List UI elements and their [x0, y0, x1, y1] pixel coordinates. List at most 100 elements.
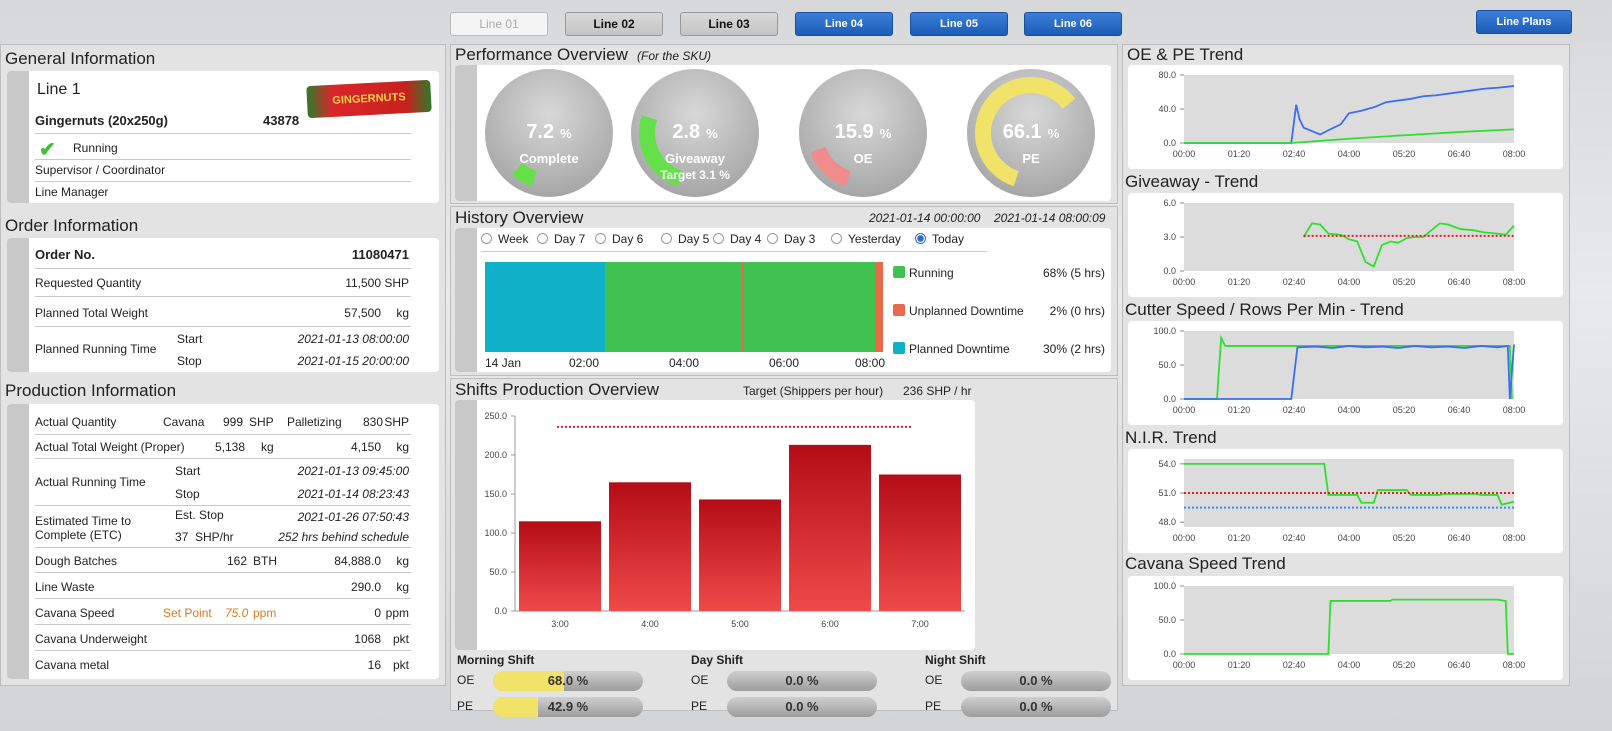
shifts-title: Shifts Production Overview: [455, 380, 660, 399]
period-yesterday[interactable]: Yesterday: [831, 232, 901, 246]
x-tick-label: 01:20: [1228, 149, 1251, 159]
period-day-3[interactable]: Day 3: [767, 232, 815, 246]
period-day-7[interactable]: Day 7: [537, 232, 585, 246]
shift-bar-label-oe: OE: [457, 673, 475, 687]
actual-qty-cavana-value: 999: [223, 415, 244, 429]
line-plans-button[interactable]: Line Plans: [1476, 10, 1572, 34]
line-03-button[interactable]: Line 03: [680, 12, 778, 36]
actual-qty-label: Actual Quantity: [35, 415, 117, 429]
plot-area: [1184, 331, 1514, 399]
general-title: General Information: [5, 49, 156, 68]
x-tick-label: 05:20: [1393, 533, 1416, 543]
y-tick-label: 0.0: [1163, 394, 1176, 404]
trend-cavana: 0.0 50.0 100.0 00:00 01:20 02:40 04:00 05:20 06:…: [1128, 576, 1563, 680]
dough-kg: 84,888.0: [334, 554, 381, 568]
order-card: Order No. 11080471 Requested Quantity 11…: [7, 238, 439, 372]
x-tick-label: 5:00: [731, 619, 749, 629]
actual-running-label: Actual Running Time: [35, 475, 146, 489]
shift-bar-pe: 0.0 %: [961, 697, 1111, 717]
line-name: Line 1: [37, 81, 81, 98]
x-tick-label: 05:20: [1393, 149, 1416, 159]
gauge-unit: %: [560, 126, 572, 141]
performance-panel: Performance Overview (For the SKU) 7.2% C…: [450, 44, 1118, 204]
shift-bar-value: 0.0 %: [1019, 673, 1053, 688]
shift-bar-label-pe: PE: [457, 699, 474, 713]
actual-qty-unit2: SHP: [384, 415, 409, 429]
trend-title-cavana: Cavana Speed Trend: [1125, 554, 1286, 573]
actual-start-value: 2021-01-13 09:45:00: [297, 464, 409, 478]
x-tick-label: 00:00: [1173, 533, 1196, 543]
shift-bar-oe: 68.0 %: [493, 671, 643, 691]
period-day-5[interactable]: Day 5: [661, 232, 709, 246]
y-tick-label: 50.0: [1158, 360, 1176, 370]
planned-weight-label: Planned Total Weight: [35, 306, 148, 320]
gauge-label: OE: [853, 151, 873, 166]
requested-qty-value: 11,500: [345, 276, 381, 290]
trend-title-cutter: Cutter Speed / Rows Per Min - Trend: [1125, 300, 1404, 319]
gauge-unit: %: [879, 126, 892, 141]
y-tick-label: 50.0: [1158, 615, 1176, 625]
y-tick-label: 100.0: [484, 528, 507, 538]
planned-stop-label: Stop: [177, 354, 202, 368]
order-no-value: 11080471: [351, 247, 409, 262]
dough-value: 162: [227, 554, 248, 568]
etc-est-value: 2021-01-26 07:50:43: [297, 510, 409, 524]
shift-bar-value: 0.0 %: [785, 673, 819, 688]
bar: [519, 521, 601, 611]
gauge-value: 2.8%: [631, 121, 759, 144]
trend-oe-pe: 0.0 40.0 80.0 00:00 01:20 02:40 04:00 05:20 06:4…: [1128, 65, 1563, 169]
history-card: Week Day 7 Day 6 Day 5 Day 4 Day 3 Yesterday To…: [455, 228, 1111, 372]
underweight-value: 1068: [354, 632, 381, 646]
period-label: Day 5: [678, 232, 710, 246]
gauge-label: PE: [1022, 151, 1040, 166]
gauge-value: 7.2%: [485, 121, 613, 144]
bar: [789, 444, 871, 611]
line-06-button[interactable]: Line 06: [1024, 12, 1122, 36]
top-bar: Line 01 Line 02 Line 03 Line 04 Line 05 …: [0, 0, 1612, 42]
order-title: Order Information: [5, 216, 139, 235]
period-day-4[interactable]: Day 4: [713, 232, 761, 246]
period-day-6[interactable]: Day 6: [595, 232, 643, 246]
metal-label: Cavana metal: [35, 658, 110, 672]
x-tick-label: 02:40: [1283, 277, 1306, 287]
performance-title: Performance Overview: [455, 45, 628, 64]
line-04-button[interactable]: Line 04: [795, 12, 893, 36]
timeline-tick: 14 Jan: [485, 356, 522, 370]
actual-weight-val1: 5,138: [215, 440, 246, 454]
cavana-speed-label: Cavana Speed: [35, 606, 115, 620]
etc-rate-unit: SHP/hr: [195, 530, 234, 544]
legend-running-value: 68% (5 hrs): [1042, 266, 1105, 280]
timeline-unplanned-downtime: [741, 262, 744, 352]
legend-swatch-running: [893, 266, 905, 278]
x-tick-label: 04:00: [1338, 149, 1361, 159]
x-tick-label: 05:20: [1393, 277, 1416, 287]
x-tick-label: 06:40: [1448, 533, 1471, 543]
gauge-label: Giveaway: [665, 151, 725, 166]
period-today[interactable]: Today: [915, 232, 964, 246]
shift-bar-label-oe: OE: [925, 673, 943, 687]
actual-weight-label: Actual Total Weight (Proper): [35, 440, 185, 454]
setpoint-value: 75.0: [225, 606, 249, 620]
cavana-speed-value: 0: [374, 606, 381, 620]
radio-icon: [915, 233, 926, 244]
line-02-button[interactable]: Line 02: [565, 12, 663, 36]
gauge-pe: 66.1% PE: [967, 69, 1095, 197]
requested-qty-unit: SHP: [384, 276, 409, 290]
order-no-label: Order No.: [35, 247, 95, 262]
actual-start-label: Start: [175, 464, 201, 478]
x-tick-label: 04:00: [1338, 660, 1361, 670]
x-tick-label: 08:00: [1503, 533, 1526, 543]
setpoint-unit: ppm: [253, 606, 277, 620]
line-01-button[interactable]: Line 01: [450, 12, 548, 36]
period-week[interactable]: Week: [481, 232, 528, 246]
x-tick-label: 06:40: [1448, 277, 1471, 287]
y-tick-label: 51.0: [1158, 488, 1176, 498]
y-tick-label: 250.0: [484, 411, 507, 421]
etc-rate: 37: [175, 530, 189, 544]
actual-weight-unit1: kg: [261, 440, 274, 454]
x-tick-label: 01:20: [1228, 405, 1251, 415]
line-05-button[interactable]: Line 05: [910, 12, 1008, 36]
dough-unit: BTH: [253, 554, 277, 568]
shift-bar-title: Day Shift: [691, 653, 744, 667]
period-label: Week: [498, 232, 529, 246]
